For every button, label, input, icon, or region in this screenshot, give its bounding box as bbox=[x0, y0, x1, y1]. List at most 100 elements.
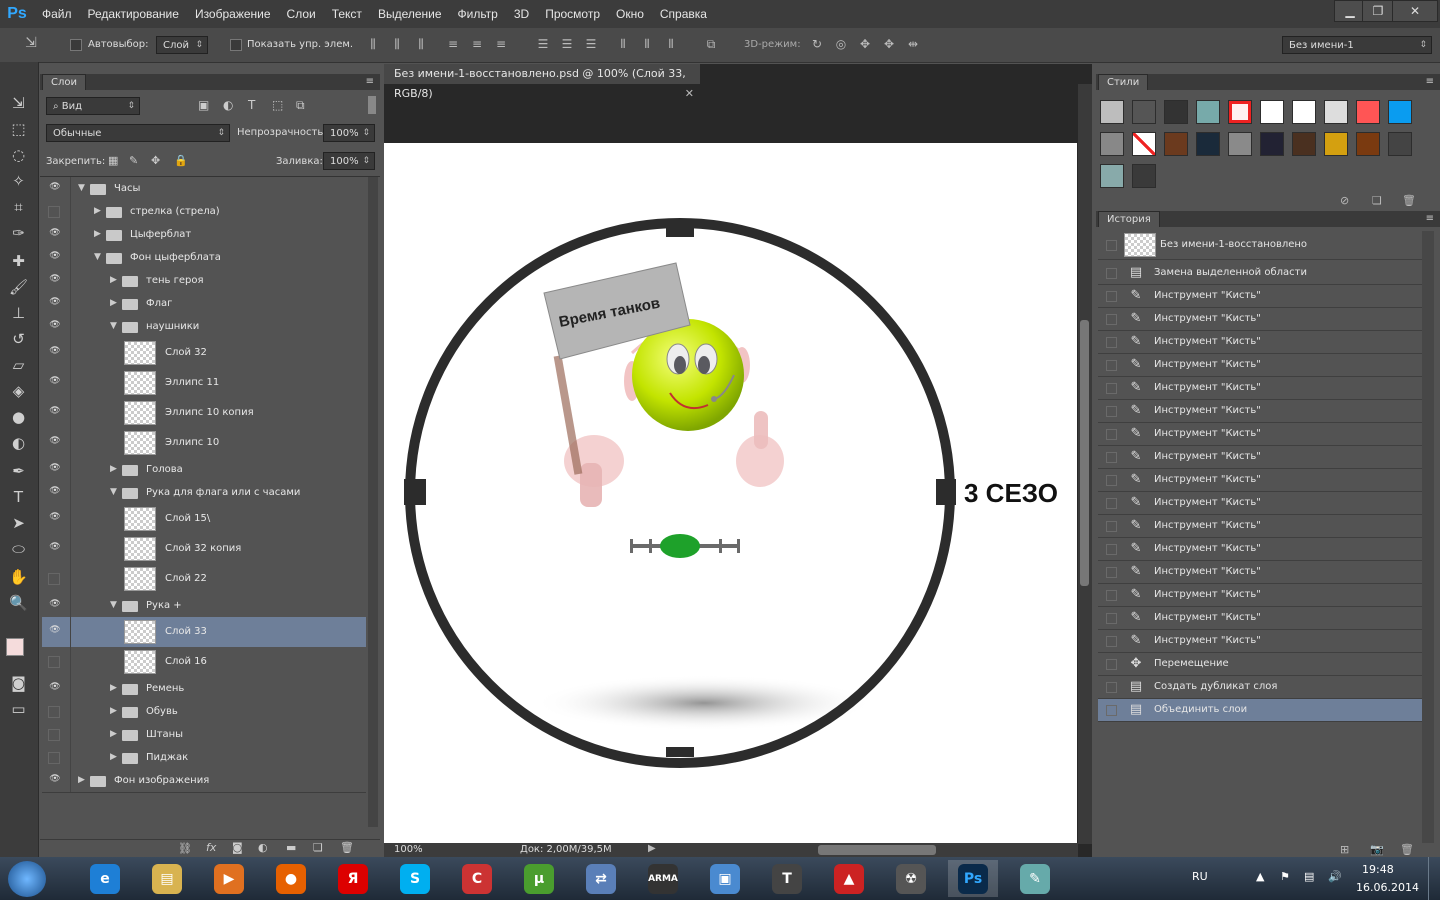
history-source-box[interactable] bbox=[1106, 705, 1117, 716]
filter-pixel-icon[interactable]: ▣ bbox=[198, 98, 209, 112]
paint-icon[interactable]: ✎ bbox=[1010, 860, 1060, 897]
lock-pixels-icon[interactable]: ✎ bbox=[129, 154, 138, 167]
skype-icon[interactable]: S bbox=[390, 860, 440, 897]
arma-icon[interactable]: ARMA bbox=[638, 860, 688, 897]
style-swatch[interactable] bbox=[1196, 132, 1220, 156]
clock-time[interactable]: 19:48 bbox=[1362, 863, 1394, 876]
visibility-toggle[interactable] bbox=[48, 573, 60, 585]
visibility-toggle[interactable] bbox=[48, 751, 60, 764]
visibility-eye-icon[interactable]: 👁 bbox=[48, 320, 62, 334]
visibility-eye-icon[interactable]: 👁 bbox=[48, 297, 62, 311]
path-selection-tool-icon[interactable]: ➤ bbox=[5, 512, 32, 534]
history-state[interactable]: ✎ Инструмент "Кисть" bbox=[1098, 515, 1422, 538]
visibility-toggle[interactable] bbox=[48, 656, 60, 668]
history-state[interactable]: ✎ Инструмент "Кисть" bbox=[1098, 354, 1422, 377]
delete-state-icon[interactable]: 🗑 bbox=[1400, 843, 1414, 856]
collapse-arrow-icon[interactable]: ▼ bbox=[110, 321, 117, 331]
style-swatch[interactable] bbox=[1388, 132, 1412, 156]
quick-mask-icon[interactable]: ◙ bbox=[5, 672, 32, 694]
layer-row[interactable]: 👁 Слой 33 bbox=[42, 617, 366, 648]
expand-arrow-icon[interactable]: ▶ bbox=[94, 206, 101, 216]
visibility-eye-icon[interactable]: 👁 bbox=[48, 346, 62, 360]
history-state[interactable]: ✎ Инструмент "Кисть" bbox=[1098, 285, 1422, 308]
doc-vscroll[interactable] bbox=[1078, 84, 1092, 844]
layer-group-row[interactable]: ▶ стрелка (стрела) bbox=[42, 200, 366, 224]
history-source-box[interactable] bbox=[1106, 268, 1117, 279]
new-snapshot-icon[interactable]: 📷 bbox=[1370, 843, 1384, 856]
menu-item[interactable]: Фильтр bbox=[450, 7, 506, 21]
expand-arrow-icon[interactable]: ▶ bbox=[110, 298, 117, 308]
layer-row[interactable]: 👁 Эллипс 10 bbox=[42, 428, 366, 459]
visibility-eye-icon[interactable]: 👁 bbox=[48, 436, 62, 450]
drag3d-icon[interactable]: ✥ bbox=[858, 37, 872, 51]
menu-item[interactable]: Выделение bbox=[370, 7, 450, 21]
scale3d-icon[interactable]: ⇹ bbox=[906, 37, 920, 51]
autoselect-checkbox[interactable] bbox=[70, 39, 82, 51]
history-scrollbar[interactable] bbox=[1422, 231, 1434, 843]
history-state[interactable]: ✎ Инструмент "Кисть" bbox=[1098, 630, 1422, 653]
visibility-eye-icon[interactable]: 👁 bbox=[48, 463, 62, 477]
history-source-box[interactable] bbox=[1106, 475, 1117, 486]
history-source-box[interactable] bbox=[1106, 636, 1117, 647]
distribute-vcenter-icon[interactable]: ☰ bbox=[560, 37, 574, 51]
rotate3d-icon[interactable]: ↻ bbox=[810, 37, 824, 51]
style-swatch[interactable] bbox=[1292, 100, 1316, 124]
tray-network-icon[interactable]: ▤ bbox=[1304, 870, 1314, 883]
close-button[interactable]: ✕ bbox=[1392, 0, 1438, 22]
firefox-icon[interactable]: ● bbox=[266, 860, 316, 897]
visibility-eye-icon[interactable]: 👁 bbox=[48, 406, 62, 420]
stamp-tool-icon[interactable]: ⊥ bbox=[5, 302, 32, 324]
layer-group-row[interactable]: 👁 ▶ Голова bbox=[42, 458, 366, 482]
slide3d-icon[interactable]: ✥ bbox=[882, 37, 896, 51]
visibility-toggle[interactable] bbox=[48, 728, 60, 741]
auto-align-icon[interactable]: ⧉ bbox=[704, 37, 718, 51]
style-swatch[interactable] bbox=[1260, 132, 1284, 156]
delete-layer-icon[interactable]: 🗑 bbox=[340, 841, 354, 854]
fill-input[interactable]: 100% bbox=[323, 152, 375, 170]
clock-date[interactable]: 16.06.2014 bbox=[1356, 881, 1419, 894]
layer-group-row[interactable]: 👁 ▶ Ремень bbox=[42, 677, 366, 701]
visibility-toggle[interactable] bbox=[48, 205, 60, 218]
visibility-eye-icon[interactable]: 👁 bbox=[48, 625, 62, 639]
new-group-icon[interactable]: ▬ bbox=[286, 841, 296, 854]
history-menu-icon[interactable]: ≡ bbox=[1426, 213, 1434, 224]
opacity-input[interactable]: 100% bbox=[323, 124, 375, 142]
link-layers-icon[interactable]: ⛓ bbox=[178, 842, 192, 855]
start-button[interactable] bbox=[8, 861, 46, 897]
style-swatch[interactable] bbox=[1228, 132, 1252, 156]
delete-style-icon[interactable]: 🗑 bbox=[1402, 194, 1416, 207]
layer-row[interactable]: 👁 Эллипс 10 копия bbox=[42, 398, 366, 429]
screen-mode-icon[interactable]: ▭ bbox=[5, 698, 32, 720]
visibility-toggle[interactable] bbox=[48, 705, 60, 718]
tab-layers[interactable]: Слои bbox=[42, 74, 86, 90]
wot-icon[interactable]: T bbox=[762, 860, 812, 897]
history-state[interactable]: ✎ Инструмент "Кисть" bbox=[1098, 561, 1422, 584]
snapshot-source-box[interactable] bbox=[1106, 240, 1117, 251]
history-state[interactable]: ✎ Инструмент "Кисть" bbox=[1098, 400, 1422, 423]
close-doc-icon[interactable]: ✕ bbox=[685, 84, 694, 104]
layer-group-row[interactable]: 👁 ▼ наушники bbox=[42, 315, 366, 339]
history-state[interactable]: ✎ Инструмент "Кисть" bbox=[1098, 607, 1422, 630]
control-panel-icon[interactable]: ▣ bbox=[700, 860, 750, 897]
history-state[interactable]: ✎ Инструмент "Кисть" bbox=[1098, 492, 1422, 515]
style-swatch[interactable] bbox=[1132, 100, 1156, 124]
history-state[interactable]: ▤ Объединить слои bbox=[1098, 699, 1422, 722]
style-swatch[interactable] bbox=[1356, 100, 1380, 124]
expand-arrow-icon[interactable]: ▶ bbox=[110, 752, 117, 762]
style-swatch[interactable] bbox=[1100, 100, 1124, 124]
history-source-box[interactable] bbox=[1106, 613, 1117, 624]
roll3d-icon[interactable]: ◎ bbox=[834, 37, 848, 51]
stalker-icon[interactable]: ☢ bbox=[886, 860, 936, 897]
layer-group-row[interactable]: 👁 ▶ тень героя bbox=[42, 269, 366, 293]
style-swatch[interactable] bbox=[1132, 132, 1156, 156]
hand-tool-icon[interactable]: ✋ bbox=[5, 566, 32, 588]
distribute-right-icon[interactable]: ⦀ bbox=[664, 37, 678, 51]
visibility-eye-icon[interactable]: 👁 bbox=[48, 486, 62, 500]
zoom-tool-icon[interactable]: 🔍 bbox=[5, 592, 32, 614]
tray-arrow-icon[interactable]: ▲ bbox=[1256, 870, 1264, 883]
history-source-box[interactable] bbox=[1106, 544, 1117, 555]
menu-item[interactable]: Текст bbox=[324, 7, 370, 21]
new-doc-from-state-icon[interactable]: ⊞ bbox=[1340, 843, 1349, 856]
styles-menu-icon[interactable]: ≡ bbox=[1426, 76, 1434, 87]
menu-item[interactable]: Файл bbox=[34, 7, 80, 21]
